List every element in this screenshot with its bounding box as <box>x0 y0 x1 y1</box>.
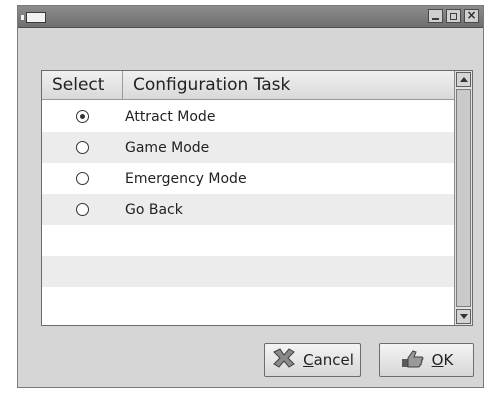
ok-hand-icon <box>400 347 426 373</box>
vertical-scrollbar[interactable] <box>454 71 472 325</box>
table-row[interactable]: Emergency Mode <box>42 163 454 194</box>
scroll-down-button[interactable] <box>456 309 471 324</box>
ok-button[interactable]: OK <box>379 343 474 377</box>
radio-emergency-mode[interactable] <box>76 172 89 185</box>
table-body: Attract Mode Game Mode Emergency Mode Go… <box>42 101 454 318</box>
minimize-button[interactable] <box>428 9 443 23</box>
row-label: Attract Mode <box>125 108 216 125</box>
table-header: Select Configuration Task <box>42 71 454 100</box>
cancel-label: Cancel <box>303 351 354 369</box>
table-row[interactable]: Go Back <box>42 194 454 225</box>
radio-go-back[interactable] <box>76 203 89 216</box>
close-icon: × <box>466 8 477 22</box>
header-select[interactable]: Select <box>42 71 123 99</box>
header-configuration-task[interactable]: Configuration Task <box>123 71 454 99</box>
empty-row <box>42 287 454 318</box>
config-dialog-window: × Select Configuration Task Attract Mode… <box>17 5 484 388</box>
maximize-button[interactable] <box>446 9 461 23</box>
window-app-icon <box>21 12 46 23</box>
table-row[interactable]: Attract Mode <box>42 101 454 132</box>
scroll-up-button[interactable] <box>456 72 471 87</box>
empty-row <box>42 225 454 256</box>
cancel-icon <box>271 347 297 373</box>
radio-attract-mode[interactable] <box>76 110 89 123</box>
config-task-table: Select Configuration Task Attract Mode G… <box>41 70 473 326</box>
cancel-button[interactable]: Cancel <box>264 343 361 377</box>
row-label: Go Back <box>125 201 183 218</box>
radio-game-mode[interactable] <box>76 141 89 154</box>
title-bar: × <box>18 6 483 28</box>
ok-label: OK <box>431 351 454 369</box>
scroll-thumb[interactable] <box>456 89 471 307</box>
row-label: Emergency Mode <box>125 170 247 187</box>
empty-row <box>42 256 454 287</box>
row-label: Game Mode <box>125 139 210 156</box>
close-button[interactable]: × <box>464 8 479 23</box>
table-row[interactable]: Game Mode <box>42 132 454 163</box>
